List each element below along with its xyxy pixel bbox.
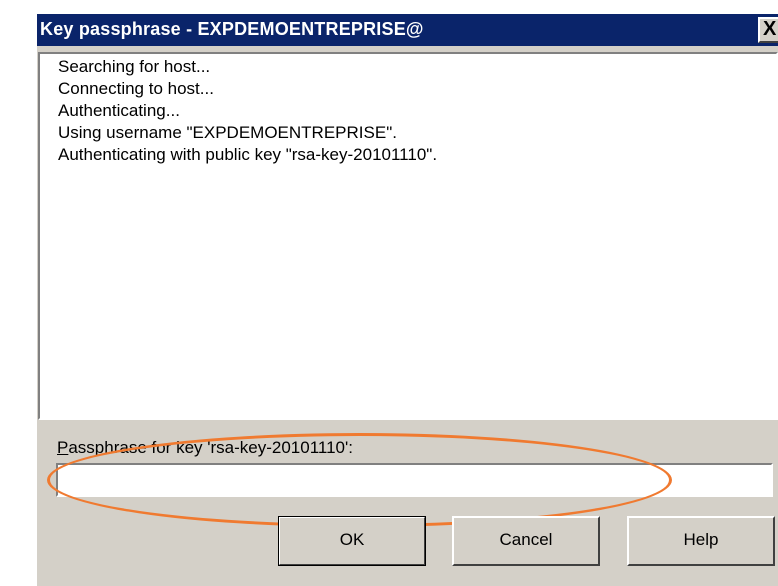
log-line: Authenticating...	[58, 101, 180, 120]
close-button[interactable]: X	[758, 17, 778, 43]
passphrase-input[interactable]	[56, 463, 773, 497]
session-log: Searching for host... Connecting to host…	[38, 52, 778, 420]
window-title: Key passphrase - EXPDEMOENTREPRISE@	[40, 19, 424, 39]
passphrase-label-text: assphrase for key 'rsa-key-20101110':	[68, 438, 353, 457]
title-bar: Key passphrase - EXPDEMOENTREPRISE@ X	[37, 14, 778, 46]
log-line: Using username "EXPDEMOENTREPRISE".	[58, 123, 397, 142]
key-passphrase-dialog: Key passphrase - EXPDEMOENTREPRISE@ X Se…	[37, 14, 778, 586]
passphrase-label-accelerator: P	[57, 438, 69, 457]
help-button[interactable]: Help	[627, 516, 775, 566]
log-line: Connecting to host...	[58, 79, 214, 98]
log-line: Searching for host...	[58, 57, 211, 76]
passphrase-label: Passphrase for key 'rsa-key-20101110':	[57, 438, 353, 458]
log-line: Authenticating with public key "rsa-key-…	[58, 145, 438, 164]
ok-button[interactable]: OK	[278, 516, 426, 566]
cancel-button[interactable]: Cancel	[452, 516, 600, 566]
